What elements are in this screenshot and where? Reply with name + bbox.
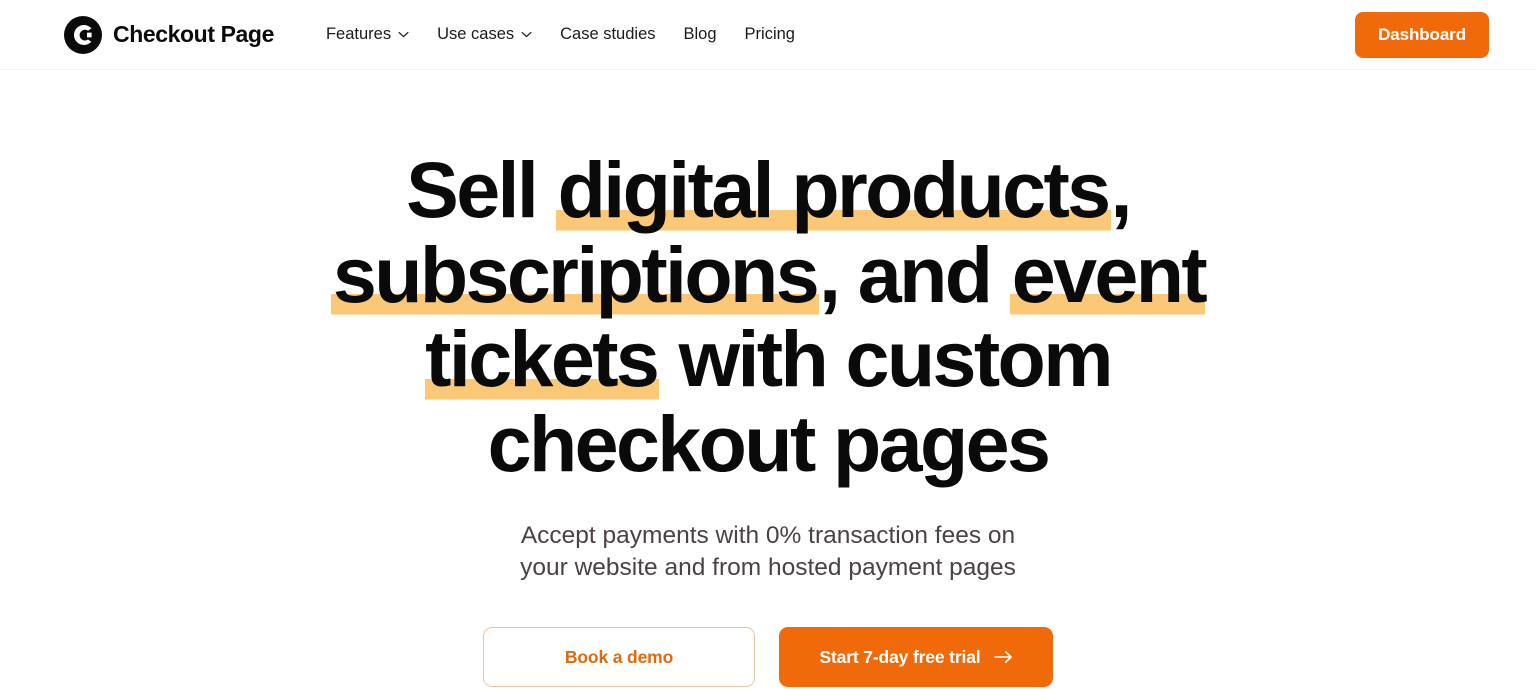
nav-item-blog[interactable]: Blog [670,17,731,52]
header-actions: Dashboard [1355,11,1489,58]
nav-item-features[interactable]: Features [312,17,423,52]
headline-highlight-subscriptions: subscriptions [330,229,820,319]
arrow-right-icon [993,650,1013,664]
hero-section: Sell digital products, subscriptions, an… [0,70,1536,690]
nav-item-label: Case studies [560,25,656,43]
headline-part-1: Sell [406,145,556,234]
nav-item-label: Features [325,25,392,43]
nav-item-use-cases[interactable]: Use cases [423,17,546,52]
nav-item-case-studies[interactable]: Case studies [546,17,669,52]
headline-highlight-digital-products: digital products [555,145,1111,234]
book-a-demo-button[interactable]: Book a demo [483,627,755,688]
start-free-trial-label: Start 7-day free trial [819,646,981,667]
start-free-trial-button[interactable]: Start 7-day free trial [779,627,1053,688]
chevron-down-icon [398,31,409,38]
brand-name: Checkout Page [113,21,274,47]
nav-item-pricing[interactable]: Pricing [731,17,809,52]
headline-part-3: , and [819,229,1010,319]
chevron-down-icon [521,31,532,38]
site-header: Checkout Page Features Use cases Case st… [0,0,1536,70]
checkout-page-circle-c-logo-icon [64,15,102,54]
main-navigation: Features Use cases Case studies Blog Pri… [312,17,809,52]
dashboard-button[interactable]: Dashboard [1355,11,1489,58]
hero-cta-row: Book a demo Start 7-day free trial [0,627,1536,688]
nav-item-label: Blog [683,25,717,43]
brand-logo-link[interactable]: Checkout Page [64,15,274,54]
headline-part-2: , [1110,145,1133,234]
nav-item-label: Pricing [744,25,795,43]
hero-subheadline: Accept payments with 0% transaction fees… [520,522,1016,581]
page-title: Sell digital products, subscriptions, an… [263,145,1273,486]
nav-item-label: Use cases [437,25,515,43]
